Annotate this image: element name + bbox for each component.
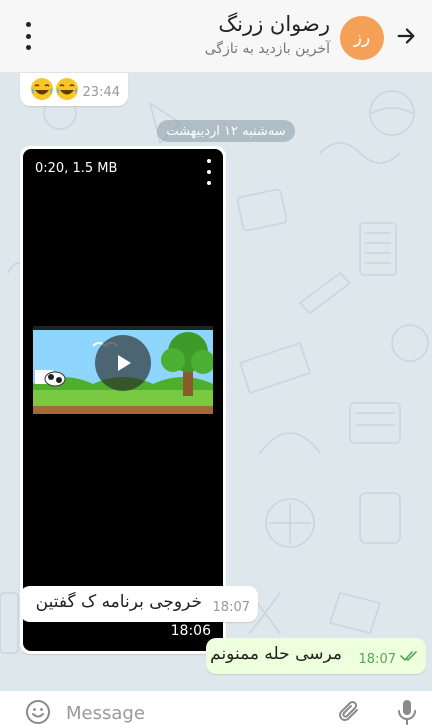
video-message[interactable]: 0:20, 1.5 MB 18:06 (20, 146, 226, 654)
incoming-message[interactable]: خروجی برنامه ک گفتین 18:07 (20, 586, 258, 622)
contact-name[interactable]: رضوان زرنگ (218, 12, 330, 36)
message-composer (0, 691, 432, 725)
video-meta: 0:20, 1.5 MB (35, 161, 118, 176)
paperclip-icon[interactable] (337, 699, 363, 725)
play-icon[interactable] (95, 335, 151, 391)
message-text: خروجی برنامه ک گفتین (35, 592, 202, 612)
message-time: 18:07 (212, 600, 250, 615)
date-separator: سه‌شنبه ۱۲ اردیبهشت (157, 120, 295, 142)
double-check-icon (400, 651, 417, 662)
message-time: 18:07 (358, 652, 396, 667)
message-input[interactable] (66, 700, 306, 725)
video-options-icon[interactable] (205, 159, 213, 185)
avatar-initials: رز (353, 28, 371, 48)
back-arrow-icon[interactable] (390, 20, 422, 52)
contact-status: آخرین بازدید به تازگی (204, 41, 330, 57)
laughing-emoji-icon (56, 78, 78, 100)
video-time: 18:06 (170, 623, 211, 639)
message-time: 23:44 (82, 85, 120, 100)
laughing-emoji-icon (31, 78, 53, 100)
chat-header: رضوان زرنگ آخرین بازدید به تازگی رز (0, 0, 432, 73)
emoji-group (30, 77, 79, 101)
emoji-message[interactable]: 23:44 (20, 73, 128, 106)
avatar[interactable]: رز (340, 16, 384, 60)
emoji-icon[interactable] (25, 699, 51, 725)
chat-area[interactable]: 23:44 سه‌شنبه ۱۲ اردیبهشت 0:20, 1.5 MB (0, 73, 432, 691)
video-player[interactable]: 0:20, 1.5 MB 18:06 (23, 149, 223, 651)
microphone-icon[interactable] (396, 699, 418, 725)
message-text: مرسی حله ممنونم (210, 644, 342, 664)
more-options-icon[interactable] (22, 22, 34, 50)
outgoing-message[interactable]: مرسی حله ممنونم 18:07 (206, 638, 426, 674)
